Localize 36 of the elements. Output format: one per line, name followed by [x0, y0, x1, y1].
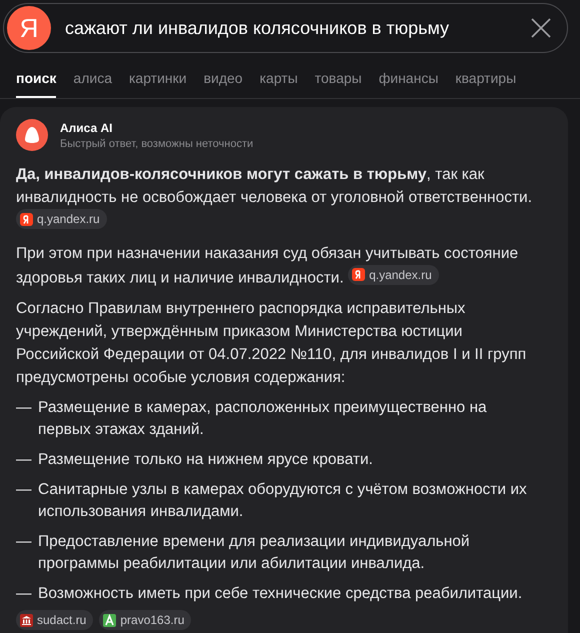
list-dash: —: [16, 480, 30, 500]
list-item: Санитарные узлы в камерах оборудуются с учётом возможности их использования инвалидами.: [38, 480, 528, 522]
nav-tab[interactable]: видео: [204, 67, 243, 98]
nav-tab[interactable]: картинки: [128, 67, 187, 98]
yandex-icon: [20, 212, 33, 226]
list-dash: —: [16, 584, 30, 604]
list-dash: —: [16, 450, 30, 470]
nav-tab[interactable]: карты: [260, 67, 298, 98]
list-item: Возможность иметь при себе технические средства реабилитации.: [38, 584, 522, 604]
nav-tab[interactable]: поиск: [16, 67, 56, 98]
assistant-subtitle: Быстрый ответ, возможны неточности: [60, 138, 254, 150]
close-icon[interactable]: [531, 18, 551, 38]
source-link[interactable]: sudact.ru: [16, 610, 94, 630]
source-link[interactable]: q.yandex.ru: [16, 209, 107, 229]
source-link[interactable]: pravo163.ru: [99, 610, 192, 630]
list-item: Размещение только на нижнем ярусе кровати.: [38, 450, 373, 470]
triangle-icon: [103, 614, 116, 626]
alice-logo-icon: [16, 119, 48, 151]
answer-paragraph: При этом при назначении наказания суд обязан учитывать состояние здоровья таких лиц и наличие инвалидности. q.yandex.ru: [16, 244, 520, 288]
nav-tab[interactable]: финансы: [378, 67, 438, 98]
search-query: сажают ли инвалидов колясочников в тюрьму: [65, 18, 450, 38]
nav-tab[interactable]: алиса: [73, 67, 112, 98]
answer-paragraph: Согласно Правилам внутреннего распорядка исправительных учреждений, утверждённым приказом Министерства юстиции Российской Федерации от 04.07.2022 №110, для инвалидов I и II групп предусмотрены особые условия содержания:: [16, 299, 528, 388]
yandex-logo[interactable]: Я: [7, 6, 51, 50]
nav-tab[interactable]: товары: [314, 67, 362, 98]
yandex-icon: [352, 268, 366, 281]
answer-paragraph: Да, инвалидов-колясочников могут сажать в тюрьму, так как инвалидность не освобождает человека от уголовной ответственности. q.yandex.ru: [16, 163, 538, 234]
assistant-name: Алиса AI: [60, 120, 114, 134]
nav-tab[interactable]: квартиры: [455, 67, 516, 98]
search-field[interactable]: Я сажают ли инвалидов колясочников в тюрьму: [3, 3, 568, 53]
list-dash: —: [16, 532, 30, 552]
building-icon: [20, 614, 33, 626]
list-item: Предоставление времени для реализации индивидуальной программы реабилитации или абилитации инвалида.: [38, 532, 471, 574]
list-item: Размещение в камерах, расположенных преимущественно на первых этажах зданий.: [38, 398, 488, 440]
source-link[interactable]: q.yandex.ru: [348, 264, 439, 284]
list-dash: —: [16, 398, 30, 418]
